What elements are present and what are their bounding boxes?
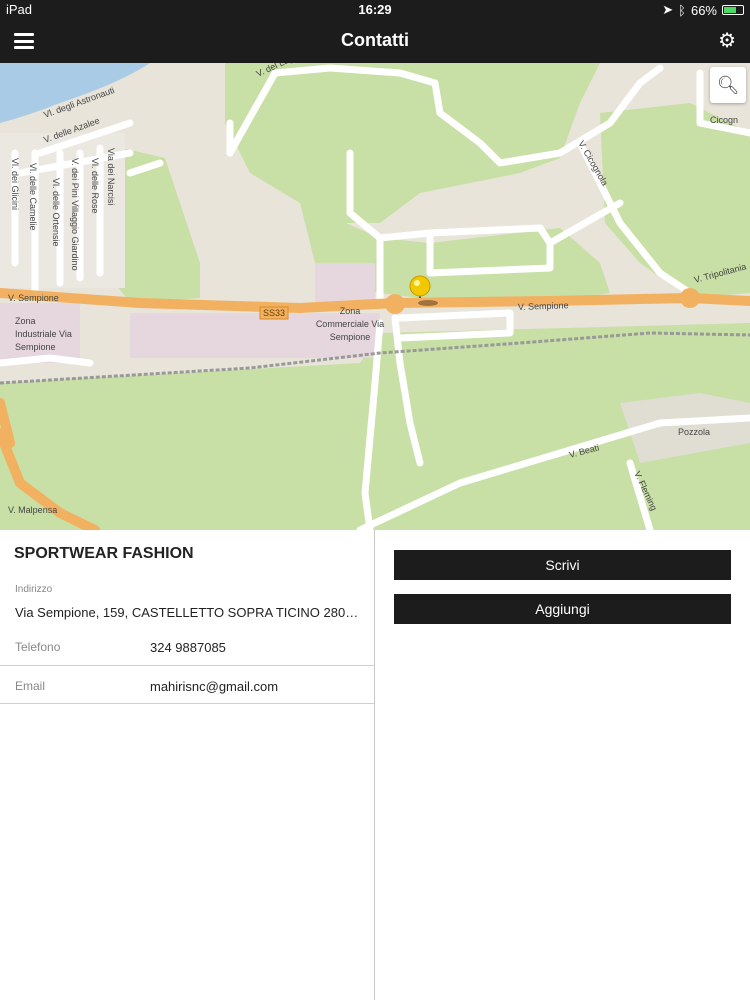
map-label: V. Sempione	[8, 293, 59, 303]
company-name: SPORTWEAR FASHION	[14, 545, 194, 562]
divider	[0, 703, 374, 704]
map-label: Zona Commerciale Via Sempione	[315, 306, 385, 342]
email-value[interactable]: mahirisnc@gmail.com	[150, 679, 278, 694]
map-label: Zona Industriale Via Sempione	[15, 316, 72, 352]
map-label: Pozzola	[678, 427, 710, 437]
map-label: V. Malpensa	[8, 505, 57, 515]
phone-label: Telefono	[15, 640, 61, 654]
location-pin-icon	[409, 275, 431, 297]
nav-bar: Contatti ⚙	[0, 20, 750, 63]
map-label: V. dei Pini Villaggio Giardino	[70, 158, 80, 271]
address-label: Indirizzo	[15, 584, 53, 595]
map-label: Vl. delle Ortensie	[51, 178, 61, 247]
map-label: Vl. delle Camelie	[28, 163, 38, 231]
road-shield: SS33	[263, 308, 285, 318]
address-value[interactable]: Via Sempione, 159, CASTELLETTO SOPRA TIC…	[15, 605, 360, 620]
add-contact-button[interactable]: Aggiungi	[394, 594, 731, 624]
write-button[interactable]: Scrivi	[394, 550, 731, 580]
map-label: Vl. delle Rose	[90, 158, 100, 214]
contact-panel: SPORTWEAR FASHION Indirizzo Via Sempione…	[0, 530, 375, 1000]
zoom-button[interactable]: 🔍︎	[710, 67, 746, 103]
status-bar: iPad 16:29 ➤ ᛒ 66%	[0, 0, 750, 20]
bluetooth-icon: ᛒ	[678, 2, 686, 18]
map-label: Vl. dei Glicini	[10, 158, 20, 210]
map-view[interactable]: V. del Lago Vl. degli Astronauti V. dell…	[0, 63, 750, 530]
page-title: Contatti	[341, 30, 409, 50]
status-right: ➤ ᛒ 66%	[662, 2, 744, 18]
magnifier-icon: 🔍︎	[716, 74, 740, 95]
map-label: Via dei Narcisi	[106, 148, 116, 205]
location-arrow-icon: ➤	[662, 2, 674, 17]
status-time: 16:29	[358, 2, 392, 17]
map-label: Cicogn	[710, 115, 738, 125]
divider	[0, 665, 374, 666]
actions-panel: Scrivi Aggiungi	[375, 530, 750, 1000]
map-label: V. Sempione	[518, 300, 569, 312]
battery-icon	[722, 5, 744, 15]
email-label: Email	[15, 679, 46, 693]
phone-value[interactable]: 324 9887085	[150, 640, 226, 655]
pin-shadow	[418, 300, 438, 306]
gear-icon[interactable]: ⚙	[718, 31, 736, 51]
battery-percent: 66%	[690, 2, 717, 18]
